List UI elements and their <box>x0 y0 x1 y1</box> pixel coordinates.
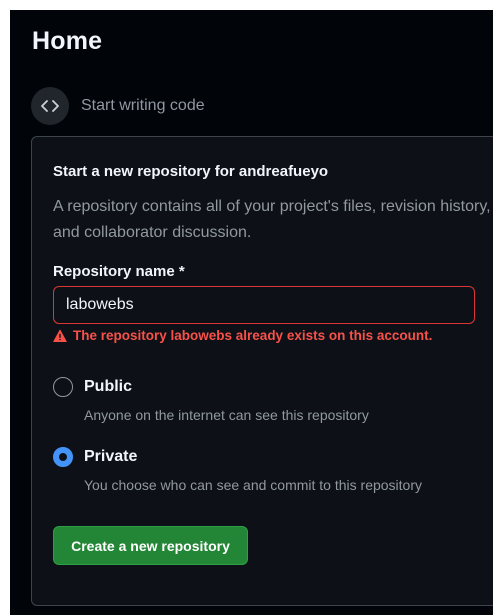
repository-name-error: The repository labowebs already exists o… <box>53 328 432 343</box>
start-writing-code-row[interactable]: Start writing code <box>31 86 205 126</box>
dashboard-panel: Home Start writing code Start a new repo… <box>10 10 493 615</box>
visibility-public-option[interactable]: Public <box>53 377 132 397</box>
radio-private[interactable] <box>53 447 73 467</box>
error-message: The repository labowebs already exists o… <box>73 328 433 343</box>
visibility-public-label: Public <box>84 378 133 395</box>
new-repository-card: Start a new repository for andreafueyo A… <box>31 136 493 606</box>
viewport: Home Start writing code Start a new repo… <box>0 0 493 615</box>
visibility-private-description: You choose who can see and commit to thi… <box>84 477 423 493</box>
alert-icon-glyph <box>53 329 67 342</box>
card-title: Start a new repository for andreafueyo <box>53 163 329 180</box>
visibility-private-option[interactable]: Private <box>53 447 137 467</box>
visibility-private-label: Private <box>84 448 138 465</box>
alert-icon <box>53 329 67 343</box>
code-icon <box>31 87 69 125</box>
repository-name-label: Repository name * <box>53 263 185 280</box>
visibility-public-description: Anyone on the internet can see this repo… <box>84 407 369 423</box>
radio-public[interactable] <box>53 377 73 397</box>
code-icon-glyph <box>41 100 59 112</box>
repository-name-input[interactable] <box>53 286 475 324</box>
create-repository-button[interactable]: Create a new repository <box>53 526 248 565</box>
card-description: A repository contains all of your projec… <box>53 198 491 241</box>
start-writing-code-label: Start writing code <box>81 97 205 114</box>
page-title: Home <box>32 27 103 55</box>
